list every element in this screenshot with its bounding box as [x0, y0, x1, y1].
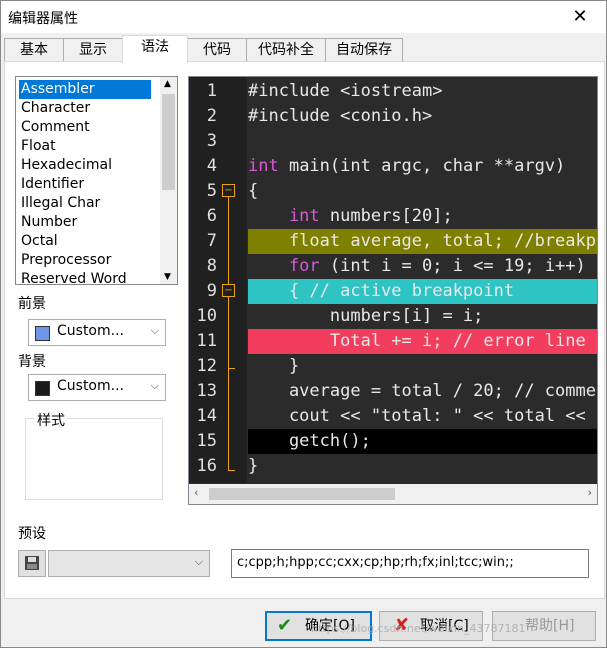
foreground-value: Custom... [57, 323, 124, 339]
preset-label: 预设 [18, 526, 46, 542]
list-item[interactable]: Assembler [19, 80, 151, 99]
line-number: 7 [206, 231, 217, 251]
code-text: main(int argc, char **argv) [278, 156, 566, 176]
code-text: float average, total; //breakpoint [288, 231, 597, 251]
tab-display[interactable]: 显示 [63, 38, 123, 61]
list-item[interactable]: Reserved Word [19, 270, 151, 284]
tab-code[interactable]: 代码 [187, 38, 247, 61]
list-item[interactable]: Number [19, 213, 151, 232]
preset-select[interactable]: ⌵ [48, 550, 210, 577]
line-number: 11 [196, 331, 217, 351]
line-number: 4 [206, 156, 217, 176]
fold-end-tick [228, 368, 235, 369]
line-number: 13 [196, 381, 217, 401]
line-number: 16 [196, 456, 217, 476]
title-bar: 编辑器属性 ✕ [1, 1, 606, 33]
code-text: numbers[i] = i; [248, 306, 484, 326]
editor-hscrollbar[interactable]: ‹ › [189, 484, 597, 504]
background-label: 背景 [18, 354, 46, 370]
code-text: { // active breakpoint [248, 281, 515, 301]
close-icon[interactable]: ✕ [560, 3, 600, 31]
line-number: 3 [206, 131, 217, 151]
extensions-field[interactable]: c;cpp;h;hpp;cc;cxx;cp;hp;rh;fx;inl;tcc;w… [231, 549, 589, 578]
help-label: 帮助[H] [525, 618, 575, 634]
editor-properties-dialog: 编辑器属性 ✕ 基本 显示 语法 代码 代码补全 自动保存 Assembler … [0, 0, 607, 648]
line-number: 14 [196, 406, 217, 426]
fold-line [228, 191, 229, 284]
extensions-value: c;cpp;h;hpp;cc;cxx;cp;hp;rh;fx;inl;tcc;w… [237, 555, 514, 570]
foreground-color-select[interactable]: Custom... ⌵ [28, 319, 166, 346]
list-item[interactable]: Illegal Char [19, 194, 151, 213]
list-item[interactable]: Octal [19, 232, 151, 251]
foreground-swatch [35, 326, 50, 341]
code-text: (int i = 0; i <= 19; i++) [319, 256, 586, 276]
tab-basic[interactable]: 基本 [4, 38, 64, 61]
line-number: 15 [196, 431, 217, 451]
fold-minus-icon[interactable]: − [222, 284, 235, 297]
foreground-label: 前景 [18, 296, 46, 312]
scroll-thumb[interactable] [209, 488, 395, 500]
tab-code-completion[interactable]: 代码补全 [246, 38, 326, 61]
list-item[interactable]: Comment [19, 118, 151, 137]
code-text: getch(); [248, 431, 371, 451]
scroll-right-icon[interactable]: › [588, 486, 592, 499]
line-number: 12 [196, 356, 217, 376]
fold-line [228, 462, 229, 470]
line-number: 10 [196, 306, 217, 326]
checkmark-icon: ✔ [277, 615, 293, 636]
code-text: #include <iostream> [248, 81, 443, 101]
chevron-down-icon: ⌵ [194, 555, 203, 568]
keyword: int [248, 206, 320, 226]
fold-line [228, 296, 229, 462]
chevron-down-icon: ⌵ [150, 324, 159, 337]
line-number: 5 [206, 181, 217, 201]
floppy-icon [25, 556, 39, 570]
code-text: #include <conio.h> [248, 106, 433, 126]
list-item[interactable]: Preprocessor [19, 251, 151, 270]
style-groupbox [25, 418, 163, 500]
code-text: Total += i; // error line [248, 331, 586, 351]
code-text: numbers[20]; [319, 206, 453, 226]
fold-minus-icon[interactable]: − [222, 184, 235, 197]
code-text: { [248, 181, 259, 201]
background-swatch [35, 381, 50, 396]
list-item[interactable]: Identifier [19, 175, 151, 194]
scroll-up-icon[interactable]: ▲ [164, 79, 171, 89]
line-number: 2 [206, 106, 217, 126]
scroll-thumb[interactable] [162, 94, 175, 190]
code-text: } [248, 456, 259, 476]
line-number: 6 [206, 206, 217, 226]
line-number: 9 [206, 281, 217, 301]
scroll-left-icon[interactable]: ‹ [194, 486, 198, 499]
list-item[interactable]: Float [19, 137, 151, 156]
keyword: for [248, 256, 320, 276]
line-number: 1 [206, 81, 217, 101]
list-item[interactable]: Hexadecimal [19, 156, 151, 175]
syntax-element-list[interactable]: Assembler Character Comment Float Hexade… [15, 76, 178, 285]
fold-end-tick [228, 470, 235, 471]
save-preset-button[interactable] [18, 550, 46, 577]
tab-syntax[interactable]: 语法 [122, 35, 188, 63]
style-label: 样式 [35, 410, 67, 430]
chevron-down-icon: ⌵ [150, 379, 159, 392]
keyword: int [248, 156, 279, 176]
list-scrollbar[interactable]: ▲ ▼ [160, 77, 177, 284]
scroll-down-icon[interactable]: ▼ [164, 272, 171, 282]
code-text: cout << "total: " << total << endl; [288, 406, 597, 426]
window-title: 编辑器属性 [8, 11, 78, 27]
line-number: 8 [206, 256, 217, 276]
background-color-select[interactable]: Custom... ⌵ [28, 374, 166, 401]
code-text: } [248, 356, 300, 376]
watermark: https://blog.csdn.net/weixin_43787181 [311, 622, 526, 635]
code-text: average = total / 20; // comment [248, 381, 598, 401]
list-item[interactable]: Character [19, 99, 151, 118]
code-preview: − − 1 #include <iostream> 2 #include <coni… [188, 76, 598, 505]
tab-autosave[interactable]: 自动保存 [325, 38, 403, 61]
background-value: Custom... [57, 378, 124, 394]
